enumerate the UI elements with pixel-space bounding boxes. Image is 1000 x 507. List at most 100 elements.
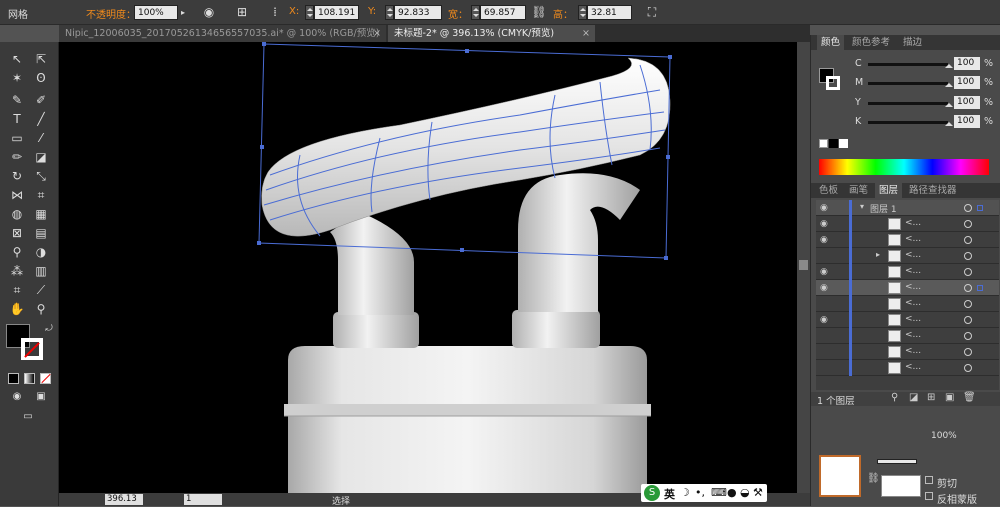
link-icon[interactable]: ⛓ xyxy=(531,5,547,20)
sublayer-row[interactable]: ◉ <... xyxy=(816,312,999,328)
white-color-swatch[interactable] xyxy=(839,139,848,148)
tab-nipic-document[interactable]: Nipic_12006035_20170526134656557035.ai* … xyxy=(59,25,386,42)
target-circle-icon[interactable] xyxy=(964,268,972,276)
target-circle-icon[interactable] xyxy=(964,252,972,260)
delete-layer-icon[interactable]: 🗑 xyxy=(963,392,976,403)
ime-toolbar[interactable]: S 英 ☽ •, ⌨ ● ◒ ⚒ xyxy=(641,484,767,502)
close-icon[interactable]: × xyxy=(582,25,590,42)
hand-tool-icon[interactable]: ✋ xyxy=(6,300,28,318)
selection-indicator-icon[interactable] xyxy=(977,285,983,291)
rotate-tool-icon[interactable]: ↻ xyxy=(6,167,28,185)
x-spinner[interactable] xyxy=(305,5,314,20)
align-icon[interactable]: ⁞ xyxy=(267,5,283,20)
skin-icon[interactable]: ◒ xyxy=(740,486,750,499)
swap-fill-stroke-icon[interactable]: ⤾ xyxy=(38,320,60,338)
vertical-scrollbar[interactable] xyxy=(797,42,810,493)
tab-color-guide[interactable]: 颜色参考 xyxy=(848,35,894,50)
target-circle-icon[interactable] xyxy=(964,364,972,372)
tab-untitled-2[interactable]: 未标题-2* @ 396.13% (CMYK/预览) × xyxy=(388,25,595,42)
punctuation-icon[interactable]: •, xyxy=(695,486,705,499)
magic-wand-tool-icon[interactable]: ✶ xyxy=(6,69,28,87)
visibility-eye-icon[interactable]: ◉ xyxy=(820,315,828,325)
tab-swatches[interactable]: 色板 xyxy=(815,183,842,198)
gradient-tool-icon[interactable]: ▤ xyxy=(30,224,52,242)
visibility-eye-icon[interactable]: ◉ xyxy=(820,203,828,213)
page-field[interactable]: 1 xyxy=(184,494,222,505)
target-circle-icon[interactable] xyxy=(964,332,972,340)
direct-selection-tool-icon[interactable]: ⇱ xyxy=(30,50,52,68)
lasso-tool-icon[interactable]: ʘ xyxy=(30,69,52,87)
ime-language-label[interactable]: 英 xyxy=(664,486,675,502)
shape-builder-tool-icon[interactable]: ◍ xyxy=(6,205,28,223)
blend-tool-icon[interactable]: ◑ xyxy=(30,243,52,261)
tab-color[interactable]: 颜色 xyxy=(817,35,845,50)
none-mode-icon[interactable] xyxy=(40,373,51,384)
expand-triangle-icon[interactable]: ▾ xyxy=(860,202,864,211)
draw-mode-icon[interactable]: ◉ xyxy=(6,388,28,406)
stroke-swatch[interactable] xyxy=(21,338,43,360)
graph-tool-icon[interactable]: ▥ xyxy=(30,262,52,280)
gradient-mode-icon[interactable] xyxy=(24,373,35,384)
paintbrush-tool-icon[interactable]: ⁄ xyxy=(30,129,52,147)
cyan-slider-track[interactable] xyxy=(868,63,948,66)
artboard-canvas[interactable] xyxy=(59,42,797,493)
link-mask-icon[interactable]: ⛓ xyxy=(867,473,880,484)
slider-handle-icon[interactable] xyxy=(945,103,953,107)
sublayer-row[interactable]: <... xyxy=(816,296,999,312)
width-spinner[interactable] xyxy=(471,5,480,20)
make-clipping-mask-icon[interactable]: ◪ xyxy=(909,392,918,403)
visibility-eye-icon[interactable]: ◉ xyxy=(820,267,828,277)
y-field[interactable]: 92.833 mm xyxy=(394,5,442,33)
color-mode-icon[interactable] xyxy=(8,373,19,384)
screen-mode-icon[interactable]: ▣ xyxy=(30,388,52,406)
visibility-eye-icon[interactable]: ◉ xyxy=(820,283,828,293)
eraser-tool-icon[interactable]: ◪ xyxy=(30,148,52,166)
keyboard-icon[interactable]: ⌨ xyxy=(711,486,727,499)
clip-checkbox[interactable] xyxy=(925,476,933,484)
magenta-slider-track[interactable] xyxy=(868,82,948,85)
sublayer-row[interactable]: ◉ <... xyxy=(816,264,999,280)
sublayer-row[interactable]: ◉ <... xyxy=(816,216,999,232)
sublayer-row[interactable]: <... xyxy=(816,360,999,376)
locate-object-icon[interactable]: ⚲ xyxy=(891,392,898,403)
sublayer-row[interactable]: ▸ <... xyxy=(816,248,999,264)
tab-brushes[interactable]: 画笔 xyxy=(845,183,872,198)
width-tool-icon[interactable]: ⋈ xyxy=(6,186,28,204)
target-circle-icon[interactable] xyxy=(964,316,972,324)
invert-mask-checkbox[interactable] xyxy=(925,492,933,500)
yellow-slider-track[interactable] xyxy=(868,102,948,105)
yellow-value-field[interactable]: 100 xyxy=(954,96,980,109)
target-circle-icon[interactable] xyxy=(964,284,972,292)
sublayer-row[interactable]: <... xyxy=(816,344,999,360)
selection-tool-icon[interactable]: ↖ xyxy=(6,50,28,68)
pen-tool-icon[interactable]: ✎ xyxy=(6,91,28,109)
scrollbar-thumb[interactable] xyxy=(799,260,808,270)
x-field[interactable]: 108.191 xyxy=(314,5,359,20)
type-tool-icon[interactable]: T xyxy=(6,110,28,128)
black-value-field[interactable]: 100 xyxy=(954,115,980,128)
change-screen-mode-icon[interactable]: ▭ xyxy=(17,408,39,426)
scale-tool-icon[interactable]: ⤡ xyxy=(30,167,52,185)
width-field[interactable]: 69.857 mm xyxy=(480,5,526,33)
new-layer-icon[interactable]: ▣ xyxy=(945,392,954,403)
transform-icon[interactable]: ⊞ xyxy=(234,5,250,20)
tab-layers[interactable]: 图层 xyxy=(875,183,903,198)
black-slider-track[interactable] xyxy=(868,121,948,124)
perspective-grid-tool-icon[interactable]: ▦ xyxy=(30,205,52,223)
sublayer-row[interactable]: ◉ <... xyxy=(816,232,999,248)
visibility-eye-icon[interactable]: ◉ xyxy=(820,235,828,245)
opacity-bar[interactable] xyxy=(877,459,917,464)
target-circle-icon[interactable] xyxy=(964,348,972,356)
tab-pathfinder[interactable]: 路径查找器 xyxy=(905,183,961,198)
magenta-value-field[interactable]: 100 xyxy=(954,76,980,89)
eyedropper-tool-icon[interactable]: ⚲ xyxy=(6,243,28,261)
sublayer-row-selected[interactable]: ◉ <... xyxy=(816,280,999,296)
y-spinner[interactable] xyxy=(385,5,394,20)
expand-triangle-icon[interactable]: ▸ xyxy=(876,250,880,259)
cyan-value-field[interactable]: 100 xyxy=(954,57,980,70)
tab-stroke[interactable]: 描边 xyxy=(899,35,926,50)
mask-thumbnail[interactable] xyxy=(819,455,861,497)
pencil-tool-icon[interactable]: ✏ xyxy=(6,148,28,166)
tools-icon[interactable]: ⚒ xyxy=(753,486,763,499)
symbol-sprayer-tool-icon[interactable]: ⁂ xyxy=(6,262,28,280)
